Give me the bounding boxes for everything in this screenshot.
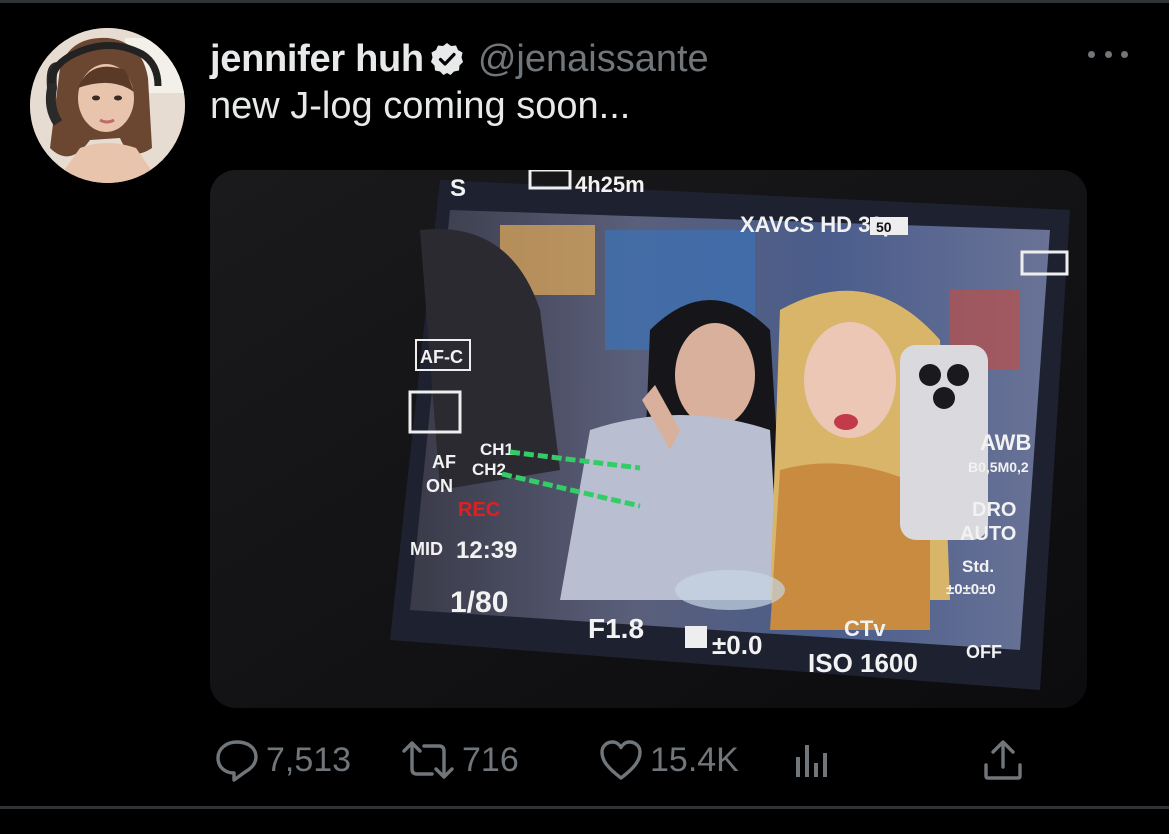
avatar[interactable] (30, 28, 185, 183)
heart-icon (598, 737, 644, 783)
more-dot (1088, 50, 1095, 58)
osd-exposure-comp: ±0.0 (712, 630, 762, 660)
osd-face-af: AF (432, 452, 456, 472)
osd-shutter: 1/80 (450, 586, 508, 619)
views-bars-icon (790, 737, 836, 783)
osd-bitrate: 50 (876, 219, 892, 235)
retweet-count: 716 (462, 740, 519, 779)
osd-wb: AWB (980, 430, 1031, 455)
osd-mode: S (450, 175, 466, 202)
like-button[interactable]: 15.4K (598, 735, 739, 785)
views-button[interactable] (790, 735, 836, 785)
osd-battery-time: 4h25m (575, 172, 645, 197)
osd-creative: OFF (966, 642, 1002, 662)
osd-iso: ISO 1600 (808, 648, 918, 678)
osd-rec: REC (458, 499, 500, 521)
osd-ch2: CH2 (472, 460, 506, 479)
reply-bubble-icon (214, 737, 260, 783)
osd-style-values: ±0±0±0 (946, 581, 996, 598)
bottom-divider (0, 806, 1169, 809)
osd-focus-mode: AF-C (420, 347, 463, 367)
osd-ctv: CTv (844, 616, 886, 641)
osd-dro-value: AUTO (960, 523, 1016, 545)
osd-style: Std. (962, 557, 994, 576)
more-dots-icon[interactable] (1086, 40, 1130, 68)
reply-button[interactable]: 7,513 (214, 735, 351, 785)
display-name[interactable]: jennifer huh (210, 38, 424, 81)
tweet-text: new J-log coming soon... (210, 85, 631, 127)
like-count: 15.4K (650, 740, 739, 779)
share-upload-icon (980, 737, 1026, 783)
tweet-actions: 7,513 716 15.4K (210, 735, 1040, 785)
more-dot (1121, 50, 1128, 58)
share-button[interactable] (980, 735, 1026, 785)
osd-timecode: 12:39 (456, 537, 517, 564)
top-divider (0, 0, 1169, 3)
camera-screen-photo: S 4h25m XAVCS HD 30p 50 AF-C CH1 CH2 AF … (210, 170, 1087, 708)
more-dot (1104, 50, 1112, 58)
osd-dro-label: DRO (972, 499, 1016, 521)
reply-count: 7,513 (266, 740, 352, 779)
osd-aperture: F1.8 (588, 613, 644, 644)
osd-wb-shift: B0,5M0,2 (968, 459, 1029, 475)
user-handle[interactable]: @jenaissante (478, 38, 709, 81)
tweet-header: jennifer huh @jenaissante (210, 36, 709, 82)
verified-badge-icon (430, 42, 464, 76)
osd-level: MID (410, 539, 443, 559)
osd-face-af-state: ON (426, 476, 453, 496)
tweet-media-photo[interactable]: S 4h25m XAVCS HD 30p 50 AF-C CH1 CH2 AF … (210, 170, 1087, 708)
retweet-button[interactable]: 716 (400, 735, 519, 785)
retweet-icon (400, 737, 456, 783)
osd-ch1: CH1 (480, 440, 514, 459)
